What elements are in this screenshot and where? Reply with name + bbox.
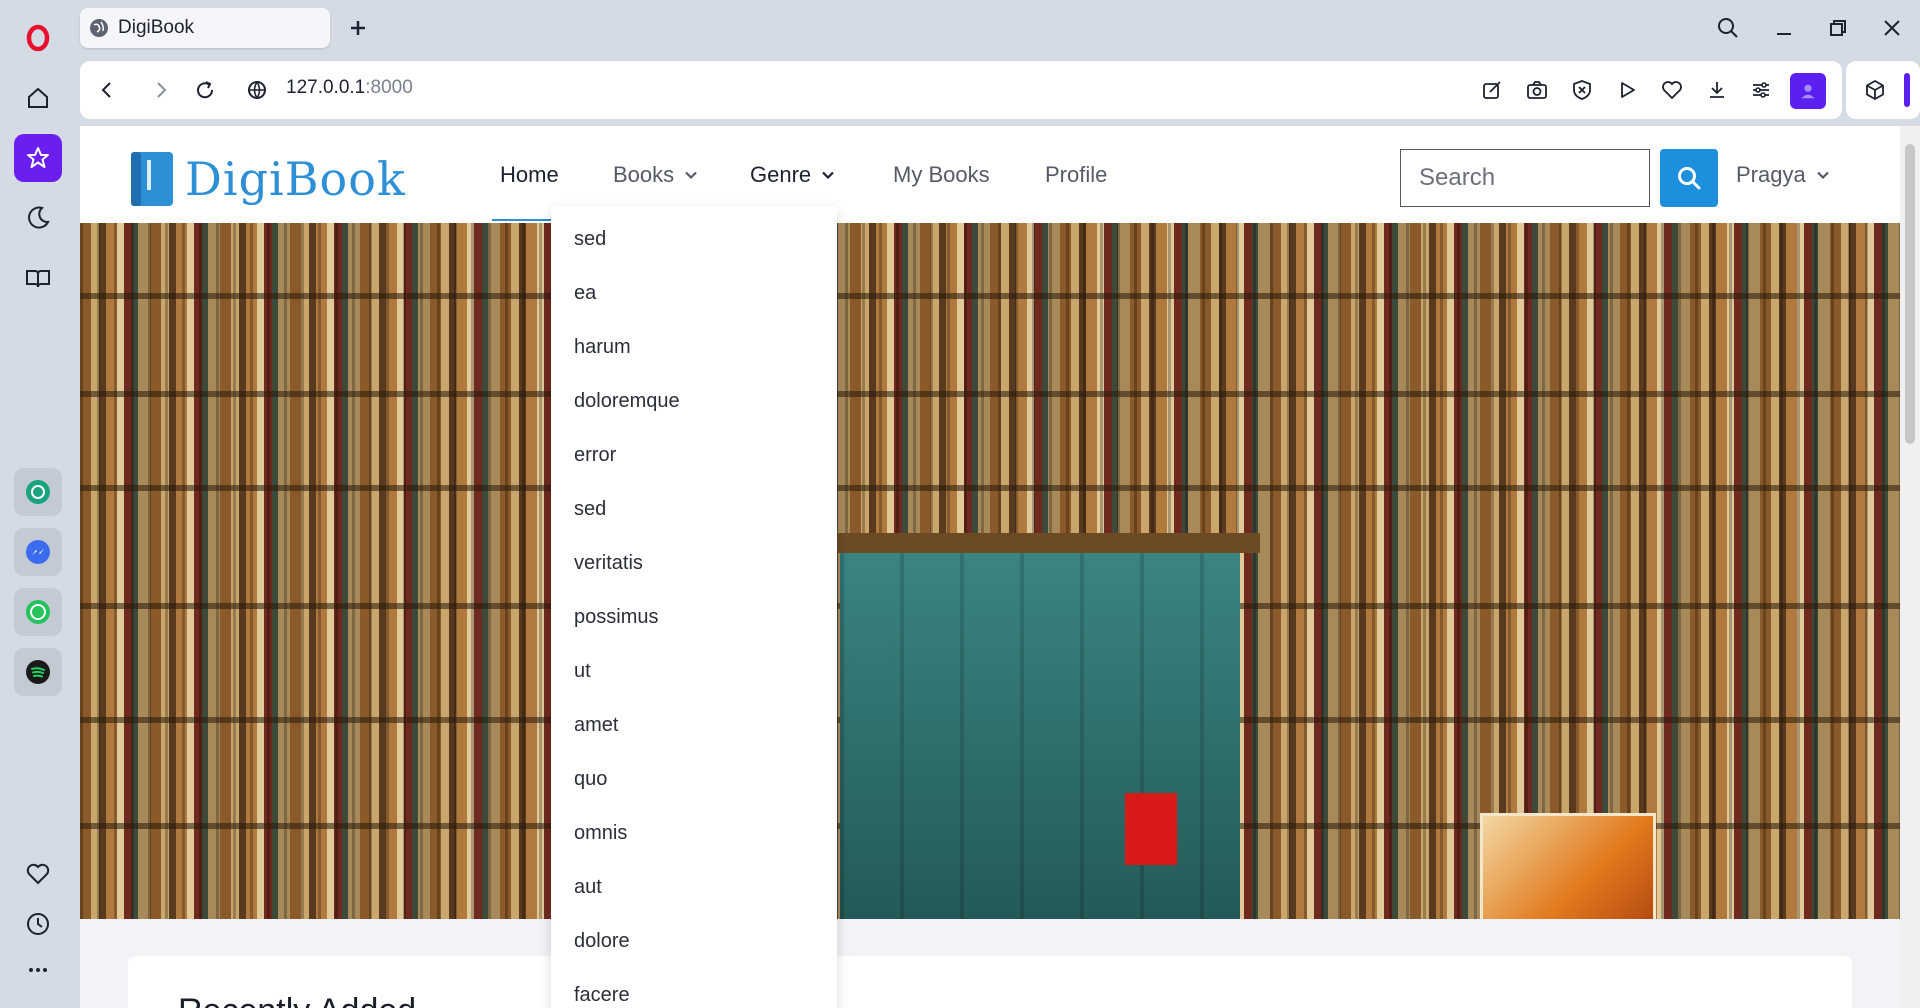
new-tab-plus-icon[interactable] [344,14,372,42]
teal-door [840,553,1240,919]
genre-menu-item[interactable]: facere [551,968,837,1008]
user-name: Pragya [1736,162,1806,187]
url-port: :8000 [365,77,413,98]
close-window-icon[interactable] [1876,12,1908,44]
pinboards-star-icon[interactable] [14,134,62,182]
nav-home-label: Home [500,162,559,187]
easy-setup-sliders-icon[interactable] [1746,75,1776,105]
logo-text: DigiBook [185,152,406,206]
site-info-globe-icon[interactable] [242,75,272,105]
chevron-down-icon [822,171,834,180]
page-scrollbar[interactable] [1900,126,1920,1008]
shelf-divider [80,391,1900,397]
more-dots-icon[interactable] [14,946,62,994]
nav-genre[interactable]: Genre [750,162,835,188]
back-icon[interactable] [92,75,122,105]
red-sign [1125,793,1177,865]
player-play-icon[interactable] [1612,75,1642,105]
book-logo-icon [131,152,173,206]
door-frame [820,533,1260,553]
genre-menu-item[interactable]: amet [551,698,837,752]
forward-icon[interactable] [146,75,176,105]
nav-home[interactable]: Home [500,162,559,188]
extensions-area [1846,61,1920,119]
messenger-icon[interactable] [14,528,62,576]
opera-logo-icon[interactable] [14,14,62,62]
genre-menu-item[interactable]: quo [551,752,837,806]
nav-genre-label: Genre [750,162,812,187]
nav-books[interactable]: Books [613,162,698,188]
nav-books-label: Books [613,162,675,187]
heart-icon[interactable] [14,850,62,898]
shelf-divider [80,293,1900,299]
genre-menu-item[interactable]: possimus [551,590,837,644]
nav-my-books-label: My Books [893,162,990,187]
user-menu[interactable]: Pragya [1736,162,1830,188]
reading-list-book-icon[interactable] [14,254,62,302]
shelf-divider [80,485,1900,491]
genre-menu-item[interactable]: sed [551,212,837,266]
site-logo[interactable]: DigiBook [127,150,406,208]
nav-my-books[interactable]: My Books [893,162,990,188]
genre-menu-item[interactable]: doloremque [551,374,837,428]
genre-menu-item[interactable]: omnis [551,806,837,860]
genre-menu-item[interactable]: ea [551,266,837,320]
nav-profile[interactable]: Profile [1045,162,1107,188]
recently-added-title: Recently Added [178,992,416,1008]
profile-avatar-icon[interactable] [1790,73,1826,109]
sidebar-indicator [1904,73,1910,107]
url-text[interactable]: 127.0.0.1:8000 [286,77,413,99]
moon-icon[interactable] [14,194,62,242]
search-button[interactable] [1660,149,1718,207]
chatgpt-icon[interactable] [14,468,62,516]
search-icon [1678,167,1701,190]
history-clock-icon[interactable] [14,900,62,948]
scrollbar-thumb[interactable] [1905,144,1915,444]
url-host: 127.0.0.1 [286,77,366,98]
download-icon[interactable] [1702,75,1732,105]
reload-icon[interactable] [190,75,220,105]
favorite-heart-icon[interactable] [1657,75,1687,105]
spotify-icon[interactable] [14,648,62,696]
home-icon[interactable] [14,74,62,122]
genre-menu-item[interactable]: ut [551,644,837,698]
genre-menu-item[interactable]: aut [551,860,837,914]
whatsapp-icon[interactable] [14,588,62,636]
restore-icon[interactable] [1822,12,1854,44]
search-input[interactable] [1400,149,1650,207]
chevron-down-icon [1816,171,1829,180]
browser-tab[interactable]: DigiBook [80,8,330,48]
adblock-shield-icon[interactable] [1567,75,1597,105]
share-edit-icon[interactable] [1477,75,1507,105]
genre-dropdown-menu: sed ea harum doloremque error sed veritatis pos… [551,206,837,1008]
minimize-icon[interactable] [1768,12,1800,44]
tab-title: DigiBook [118,17,195,38]
hero-bookshelf-image [80,223,1900,925]
camera-snapshot-icon[interactable] [1522,75,1552,105]
genre-menu-item[interactable]: sed [551,482,837,536]
chevron-down-icon [685,171,697,180]
genre-menu-item[interactable]: harum [551,320,837,374]
nav-profile-label: Profile [1045,162,1108,187]
address-bar: 127.0.0.1:8000 [80,61,1842,119]
browser-sidebar [0,0,76,1008]
globe-icon [90,19,108,37]
search-tabs-icon[interactable] [1712,12,1744,44]
page-viewport: DigiBook Home Books Genre My Books Profi… [80,126,1900,1008]
genre-menu-item[interactable]: veritatis [551,536,837,590]
orange-painting [1480,813,1656,925]
genre-menu-item[interactable]: dolore [551,914,837,968]
genre-menu-item[interactable]: error [551,428,837,482]
extensions-cube-icon[interactable] [1860,75,1890,105]
